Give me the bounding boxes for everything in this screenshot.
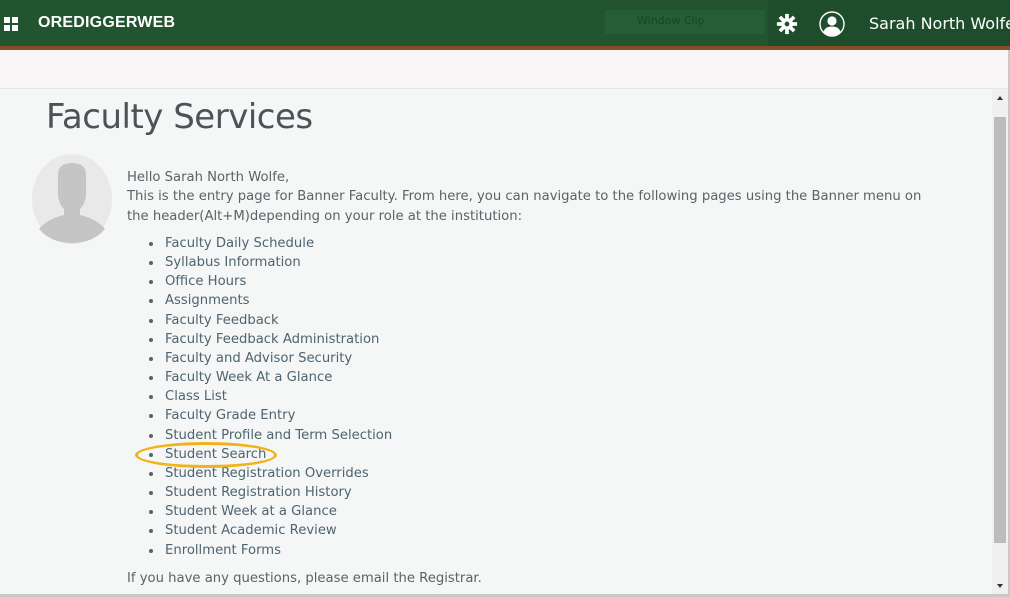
window-clip-text: Window Clip: [637, 14, 705, 27]
window-clip-overlay: Window Clip: [605, 10, 765, 34]
link-student-academic-review[interactable]: Student Academic Review: [148, 521, 392, 540]
profile-avatar-icon: [31, 153, 113, 245]
link-assignments[interactable]: Assignments: [148, 291, 392, 310]
link-student-registration-overrides[interactable]: Student Registration Overrides: [148, 464, 392, 483]
app-title[interactable]: OREDIGGERWEB: [38, 14, 175, 32]
user-avatar-icon[interactable]: [819, 11, 845, 37]
link-office-hours[interactable]: Office Hours: [148, 272, 392, 291]
link-faculty-feedback[interactable]: Faculty Feedback: [148, 311, 392, 330]
app-header: OREDIGGERWEB Window Clip Sarah North Wol…: [0, 0, 1010, 50]
intro-paragraph: This is the entry page for Banner Facult…: [127, 189, 922, 224]
link-student-search[interactable]: Student Search: [148, 445, 392, 464]
link-student-week-at-a-glance[interactable]: Student Week at a Glance: [148, 502, 392, 521]
link-faculty-daily-schedule[interactable]: Faculty Daily Schedule: [148, 234, 392, 253]
link-student-profile-term-selection[interactable]: Student Profile and Term Selection: [148, 426, 392, 445]
gear-icon[interactable]: [776, 13, 798, 35]
greeting: Hello Sarah North Wolfe,: [127, 170, 290, 185]
faculty-links-list: Faculty Daily Schedule Syllabus Informat…: [127, 234, 392, 560]
scrollbar-thumb[interactable]: [994, 117, 1006, 543]
link-syllabus-information[interactable]: Syllabus Information: [148, 253, 392, 272]
link-student-registration-history[interactable]: Student Registration History: [148, 483, 392, 502]
scroll-down-arrow-icon[interactable]: [992, 577, 1008, 595]
intro-text: Hello Sarah North Wolfe, This is the ent…: [127, 168, 927, 226]
vertical-scrollbar[interactable]: [992, 89, 1008, 595]
scroll-up-arrow-icon[interactable]: [992, 89, 1008, 107]
link-class-list[interactable]: Class List: [148, 387, 392, 406]
page-title: Faculty Services: [46, 97, 313, 137]
link-faculty-grade-entry[interactable]: Faculty Grade Entry: [148, 406, 392, 425]
main-content: Faculty Services Hello Sarah North Wolfe…: [0, 89, 992, 597]
help-text: If you have any questions, please email …: [127, 571, 482, 586]
grid-menu-icon[interactable]: [4, 17, 18, 31]
link-faculty-feedback-administration[interactable]: Faculty Feedback Administration: [148, 330, 392, 349]
sub-header-bar: [0, 50, 1010, 89]
user-name-menu[interactable]: Sarah North Wolfe: [869, 14, 1010, 33]
link-faculty-week-at-a-glance[interactable]: Faculty Week At a Glance: [148, 368, 392, 387]
link-enrollment-forms[interactable]: Enrollment Forms: [148, 541, 392, 560]
link-faculty-advisor-security[interactable]: Faculty and Advisor Security: [148, 349, 392, 368]
